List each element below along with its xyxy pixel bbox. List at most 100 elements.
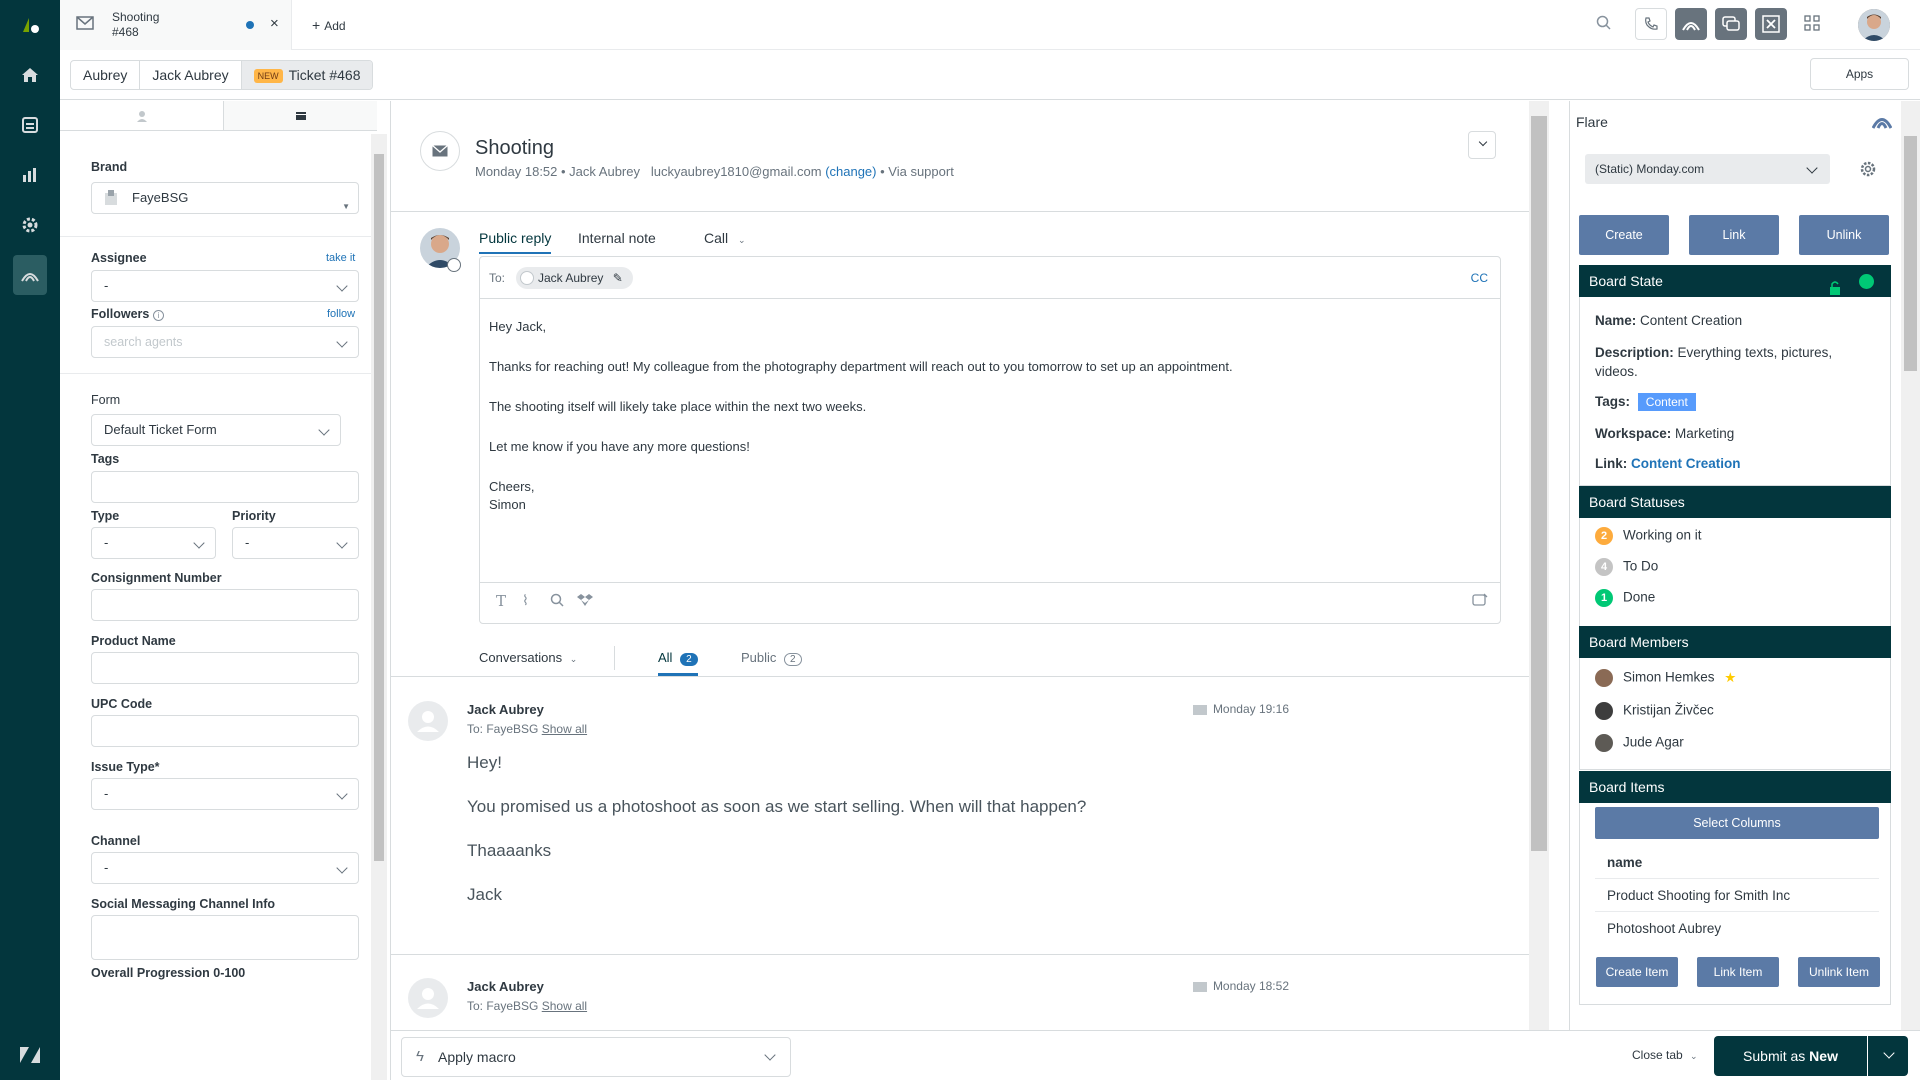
create-item-button[interactable]: Create Item (1596, 957, 1678, 987)
channel-select[interactable]: - (91, 852, 359, 884)
submit-options-button[interactable] (1868, 1036, 1908, 1076)
link-board-button[interactable]: Link (1689, 215, 1779, 255)
filter-public[interactable]: Public 2 (741, 650, 802, 666)
user-tab[interactable] (60, 101, 223, 131)
scroll-thumb[interactable] (374, 154, 384, 861)
board-item-row[interactable]: Photoshoot Aubrey (1595, 913, 1879, 945)
message-author[interactable]: Jack Aubrey (467, 702, 544, 717)
breadcrumb-requester[interactable]: Jack Aubrey (140, 61, 242, 89)
breadcrumb-organization[interactable]: Aubrey (71, 61, 141, 89)
tab-call[interactable]: Call ⌄ (704, 230, 746, 246)
flare-app-icon[interactable] (13, 255, 47, 295)
user-avatar[interactable] (1858, 9, 1890, 41)
gear-icon[interactable] (1859, 160, 1877, 181)
home-icon[interactable] (0, 55, 60, 95)
unlink-board-button[interactable]: Unlink (1799, 215, 1889, 255)
priority-select[interactable]: - (232, 527, 359, 559)
apps-button[interactable]: Apps (1810, 58, 1909, 90)
reporting-icon[interactable] (0, 155, 60, 195)
submit-button[interactable]: Submit as New (1714, 1036, 1867, 1076)
board-select[interactable]: (Static) Monday.com (1585, 154, 1830, 184)
board-state-header: Board State (1579, 265, 1891, 297)
breadcrumb-ticket[interactable]: NEW Ticket #468 (241, 61, 373, 89)
take-it-link[interactable]: take it (326, 252, 355, 264)
scroll-thumb[interactable] (1531, 116, 1547, 851)
followers-label: Followers i (91, 307, 164, 321)
brand-select[interactable]: FayeBSG ▼ (91, 182, 359, 214)
show-all-link[interactable]: Show all (542, 722, 587, 736)
ticket-tab-fields[interactable] (223, 101, 377, 131)
followers-input[interactable]: search agents (91, 326, 359, 358)
pencil-icon[interactable]: ✎ (613, 271, 623, 285)
product-tray-icon[interactable] (1804, 15, 1820, 34)
product-name-input[interactable] (91, 652, 359, 684)
attachment-icon[interactable]: ⌇ (522, 592, 529, 609)
apply-macro-select[interactable]: ϟ Apply macro (401, 1037, 791, 1077)
zendesk-logo-icon[interactable] (0, 5, 60, 45)
social-messaging-input[interactable] (91, 915, 359, 960)
phone-icon[interactable] (1635, 8, 1667, 40)
count-badge: 2 (784, 653, 802, 666)
search-icon[interactable] (1596, 15, 1612, 34)
search-knowledge-icon[interactable] (550, 593, 564, 610)
link-item-button[interactable]: Link Item (1697, 957, 1779, 987)
message-timestamp: Monday 19:16 (1192, 702, 1289, 716)
top-bar: Shooting #468 × + Add (60, 0, 1920, 50)
recipient-name: Jack Aubrey (538, 271, 604, 285)
change-requester-link[interactable]: (change) (825, 164, 876, 179)
ticket-tab[interactable]: Shooting #468 × (60, 0, 292, 50)
filter-all[interactable]: All 2 (658, 650, 698, 676)
member-name: Jude Agar (1623, 734, 1684, 750)
status-item: 4 To Do (1595, 558, 1658, 576)
form-select[interactable]: Default Ticket Form (91, 414, 341, 446)
status-label: Working on it (1623, 527, 1702, 543)
select-columns-button[interactable]: Select Columns (1595, 807, 1879, 839)
form-value: Default Ticket Form (104, 422, 217, 437)
tab-close-button[interactable]: × (270, 15, 279, 32)
reply-line: The shooting itself will likely take pla… (489, 399, 867, 414)
chevron-down-icon (1478, 137, 1488, 147)
emoji-icon[interactable] (1472, 593, 1488, 610)
message-author[interactable]: Jack Aubrey (467, 979, 544, 994)
board-tags-label: Tags: (1595, 394, 1631, 409)
flare-toolbar-icon[interactable] (1675, 8, 1707, 40)
ticket-options-button[interactable] (1468, 131, 1496, 159)
type-select[interactable]: - (91, 527, 216, 559)
board-item-row[interactable]: Product Shooting for Smith Inc (1595, 880, 1879, 912)
cc-link[interactable]: CC (1471, 271, 1488, 285)
assignee-select[interactable]: - (91, 270, 359, 302)
issue-type-select[interactable]: - (91, 778, 359, 810)
recipient-chip[interactable]: Jack Aubrey ✎ (516, 267, 633, 289)
close-tab-select[interactable]: Close tab ⌄ (1632, 1048, 1698, 1062)
show-all-link[interactable]: Show all (542, 999, 587, 1013)
reply-editor[interactable]: To: Jack Aubrey ✎ CC Hey Jack, Thanks fo… (479, 256, 1501, 624)
zendesk-z-icon[interactable] (0, 1035, 60, 1075)
scroll-thumb[interactable] (1904, 136, 1917, 371)
text-format-icon[interactable]: T (496, 592, 506, 610)
talk-close-icon[interactable] (1755, 8, 1787, 40)
ticket-title[interactable]: Shooting (475, 137, 554, 160)
center-scrollbar[interactable] (1529, 101, 1549, 1030)
conversations-filter[interactable]: Conversations ⌄ (479, 650, 577, 665)
flare-logo-icon (1871, 111, 1893, 132)
flare-scrollbar[interactable] (1901, 101, 1920, 1030)
follow-link[interactable]: follow (327, 308, 355, 320)
upc-input[interactable] (91, 715, 359, 747)
consignment-input[interactable] (91, 589, 359, 621)
add-tab-button[interactable]: + Add (312, 17, 346, 33)
board-link-value[interactable]: Content Creation (1631, 456, 1741, 471)
tab-public-reply[interactable]: Public reply (479, 230, 552, 254)
dropbox-icon[interactable] (577, 593, 593, 610)
tags-input[interactable] (91, 471, 359, 503)
tab-internal-note[interactable]: Internal note (578, 230, 656, 246)
left-panel-scrollbar[interactable] (371, 134, 387, 1080)
board-name-value: Content Creation (1640, 313, 1743, 328)
count-badge: 2 (680, 653, 698, 666)
settings-icon[interactable] (0, 205, 60, 245)
views-icon[interactable] (0, 105, 60, 145)
create-board-button[interactable]: Create (1579, 215, 1669, 255)
chat-icon[interactable] (1715, 8, 1747, 40)
reply-body[interactable]: Hey Jack, Thanks for reaching out! My co… (489, 318, 1233, 514)
message-timestamp: Monday 18:52 (1192, 979, 1289, 993)
unlink-item-button[interactable]: Unlink Item (1798, 957, 1880, 987)
